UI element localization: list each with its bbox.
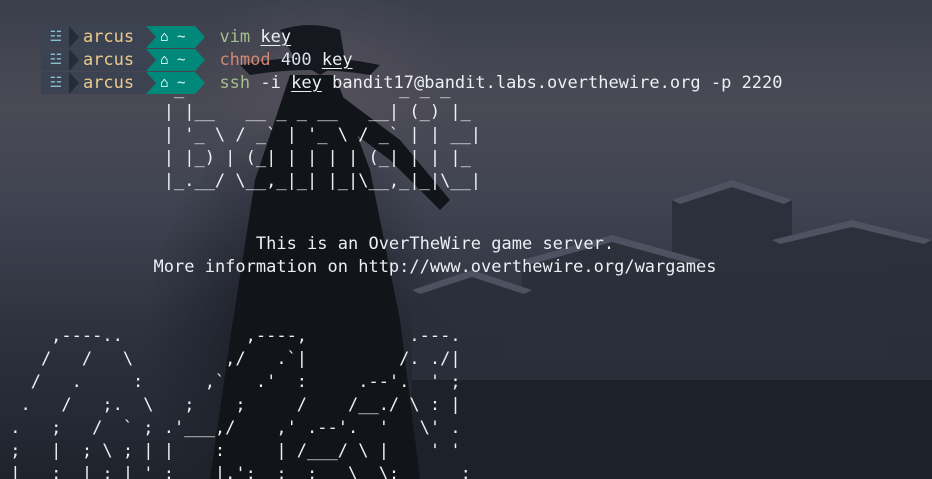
bandit-ascii-logo: _ _ _ _ | |__ __ _ _ __ __| (_) |_ | '_ … xyxy=(163,79,482,191)
history-line-3: ☳ arcus ⌂ ~ ssh -i key bandit17@bandit.labs… xyxy=(0,50,783,94)
command-arg: 2220 xyxy=(741,73,783,93)
terminal-window[interactable]: ☳ arcus ⌂ ~ vim key ☳ arcus ⌂ ~ chmod 400 key … xyxy=(0,0,932,479)
welcome-line-2: More information on http://www.overthewi… xyxy=(153,257,717,277)
welcome-line-1: This is an OverTheWire game server. xyxy=(255,234,615,254)
segment-separator xyxy=(146,49,157,71)
command-arg: -p xyxy=(710,73,732,93)
segment-separator xyxy=(146,26,157,48)
otw-ascii-art: ,----.. ,----, .---. / / \ ,/ .`| /. ./|… xyxy=(10,326,471,479)
history-line-1: ☳ arcus ⌂ ~ vim key xyxy=(0,4,291,48)
segment-separator xyxy=(146,72,157,94)
